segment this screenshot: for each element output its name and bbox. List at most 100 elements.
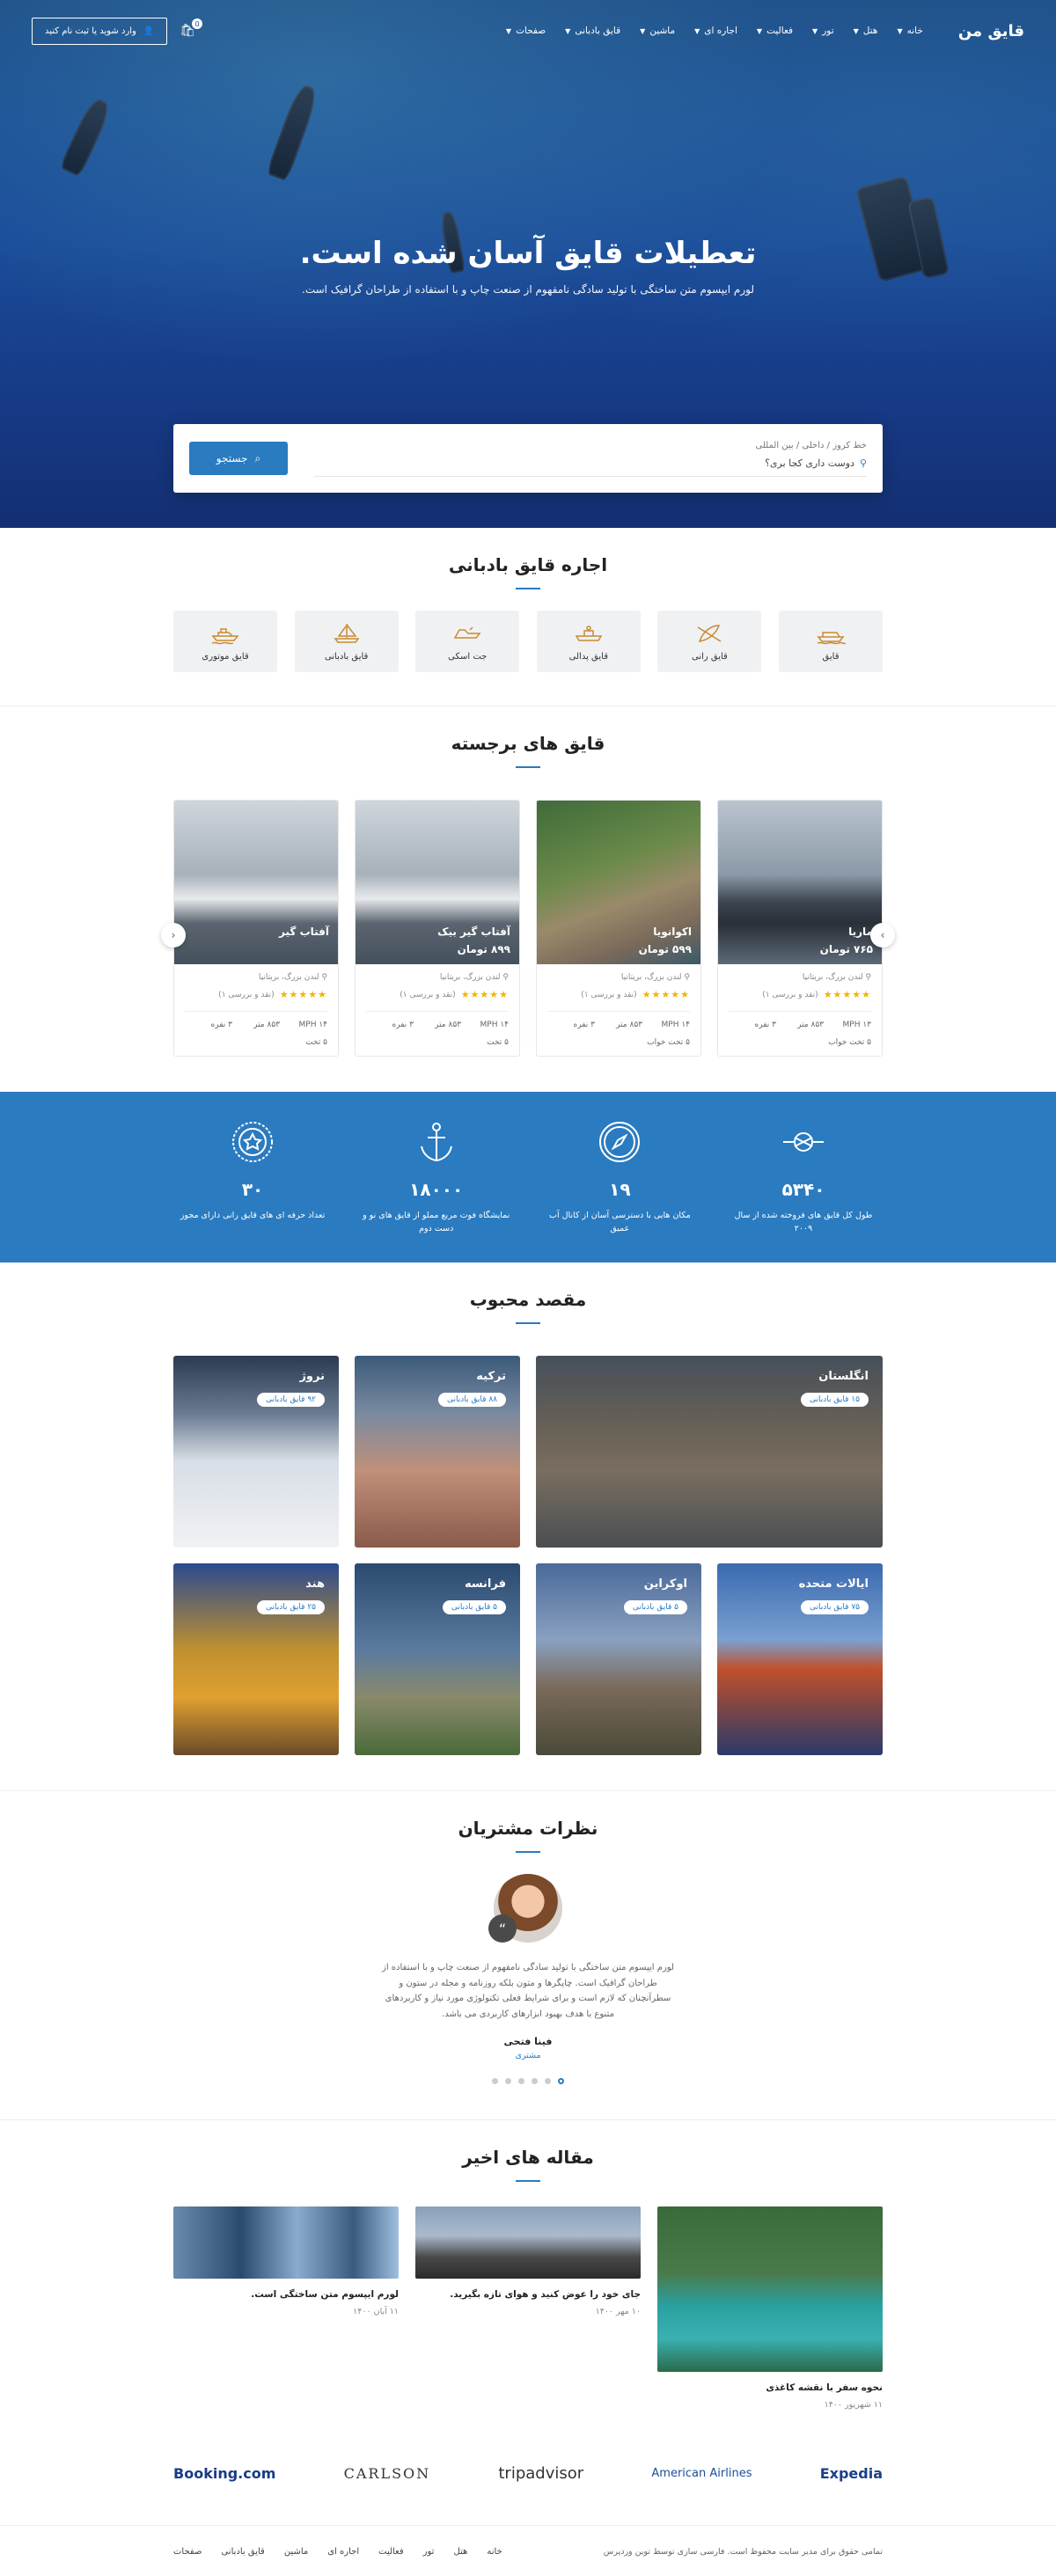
header-actions: 🛍 0 👤 وارد شوید یا ثبت نام کنید — [32, 17, 203, 45]
nav-item-activity[interactable]: فعالیت ▼ — [757, 26, 793, 36]
nav-item-home[interactable]: خانه ▼ — [897, 26, 922, 36]
category-label: قایق پدالی — [568, 651, 608, 662]
article-card[interactable]: جای خود را عوض کنید و هوای تازه بگیرید. … — [415, 2206, 641, 2410]
article-title: جای خود را عوض کنید و هوای تازه بگیرید. — [450, 2289, 641, 2300]
category-label: قایق بادبانی — [324, 651, 369, 662]
carousel-dot[interactable] — [532, 2078, 538, 2084]
destinations-section: مقصد محبوب انگلستان ۱۵ قایق بادبانی ترکی… — [0, 1262, 1056, 1790]
boat-location-text: لندن بزرگ، بریتانیا — [439, 973, 501, 982]
nav-item-hotel[interactable]: هتل ▼ — [854, 26, 878, 36]
brand-booking[interactable]: Booking.com — [173, 2465, 275, 2482]
destination-card[interactable]: ترکیه ۸۸ قایق بادبانی — [355, 1356, 520, 1548]
spec-people: ۳ نفره — [573, 1021, 595, 1029]
hero-title: تعطیلات قایق آسان شده است. — [299, 236, 757, 271]
category-boat[interactable]: قایق — [779, 611, 883, 672]
footer-link-car[interactable]: ماشین — [284, 2547, 308, 2557]
featured-section: قایق های برجسته ماریا ۷۶۵ تومان ⚲ لندن ب… — [0, 706, 1056, 1057]
site-logo[interactable]: قایق من — [958, 22, 1024, 40]
destination-grid: انگلستان ۱۵ قایق بادبانی ترکیه ۸۸ قایق ب… — [173, 1356, 883, 1755]
star-rating-icon: ★★★★★ — [642, 989, 690, 1000]
chevron-down-icon: ▼ — [756, 26, 763, 35]
brand-american-airlines[interactable]: American Airlines — [651, 2467, 752, 2480]
brand-expedia[interactable]: Expedia — [820, 2465, 883, 2482]
destination-card[interactable]: نروژ ۹۲ قایق بادبانی — [173, 1356, 339, 1548]
boat-price: ۷۶۵ تومان — [819, 943, 873, 955]
boat-location-text: لندن بزرگ، بریتانیا — [620, 973, 682, 982]
cart-icon[interactable]: 🛍 0 — [180, 18, 203, 38]
carousel-dot[interactable] — [518, 2078, 524, 2084]
footer-link-sailboat[interactable]: قایق بادبانی — [221, 2547, 264, 2557]
boat-card[interactable]: ماریا ۷۶۵ تومان ⚲ لندن بزرگ، بریتانیا ★★… — [717, 800, 883, 1057]
boat-price: ۸۹۹ تومان — [457, 943, 510, 955]
star-rating-icon: ★★★★★ — [823, 989, 871, 1000]
carousel-dot[interactable] — [545, 2078, 551, 2084]
carousel-dot[interactable] — [558, 2078, 564, 2084]
boat-card[interactable]: آفتاب گیر بیک ۸۹۹ تومان ⚲ لندن بزرگ، بری… — [355, 800, 520, 1057]
carousel-next-icon[interactable]: › — [870, 923, 895, 948]
spec-size: ۸۵۳ متر — [435, 1021, 461, 1029]
destination-count-badge: ۵ قایق بادبانی — [623, 1600, 687, 1614]
boat-rating: ★★★★★ (نقد و بررسی ۱) — [185, 989, 327, 1000]
destination-card[interactable]: اوکراین ۵ قایق بادبانی — [536, 1563, 701, 1755]
nav-item-car[interactable]: ماشین ▼ — [640, 26, 675, 36]
nav-item-rental[interactable]: اجاره ای ▼ — [694, 26, 737, 36]
footer-link-rental[interactable]: اجاره ای — [327, 2547, 359, 2557]
article-image — [657, 2206, 883, 2372]
sailboat-icon — [334, 623, 360, 643]
search-field: خط کروز / داخلی / بین المللی ⚲ دوست داری … — [288, 441, 867, 477]
footer-link-tour[interactable]: تور — [423, 2547, 435, 2557]
carousel-prev-icon[interactable]: ‹ — [161, 923, 186, 948]
destination-card[interactable]: فرانسه ۵ قایق بادبانی — [355, 1563, 520, 1755]
nav-label: خانه — [906, 26, 923, 36]
boat-location: ⚲ لندن بزرگ، بریتانیا — [547, 973, 690, 982]
nav-label: اجاره ای — [704, 26, 737, 36]
footer-link-hotel[interactable]: هتل — [453, 2547, 467, 2557]
chevron-down-icon: ▼ — [565, 26, 571, 35]
hero-text: تعطیلات قایق آسان شده است. لورم ایپسوم م… — [0, 236, 1056, 296]
destination-count-badge: ۹۲ قایق بادبانی — [257, 1393, 325, 1407]
spec-size: ۸۵۳ متر — [253, 1021, 280, 1029]
destination-card[interactable]: انگلستان ۱۵ قایق بادبانی — [536, 1356, 883, 1548]
destination-name: فرانسه — [464, 1577, 506, 1591]
jet-ski-icon — [453, 626, 481, 639]
nav-item-sailboat[interactable]: قایق بادبانی ▼ — [565, 26, 620, 36]
nav-item-tour[interactable]: تور ▼ — [812, 26, 834, 36]
destination-card[interactable]: هند ۲۵ قایق بادبانی — [173, 1563, 339, 1755]
boat-carousel: ماریا ۷۶۵ تومان ⚲ لندن بزرگ، بریتانیا ★★… — [161, 800, 895, 1057]
stat-number: ۳۰ — [241, 1179, 264, 1200]
carousel-dot[interactable] — [505, 2078, 511, 2084]
spec-speed: MPH ۱۴ — [480, 1021, 510, 1029]
stats-section: ۵۳۴۰ طول کل قایق های فروخته شده از سال ۲… — [0, 1092, 1056, 1262]
category-motorboat[interactable]: قایق موتوری — [173, 611, 278, 672]
chevron-down-icon: ▼ — [853, 26, 859, 35]
boat-card[interactable]: آفتاب گیر ⚲ لندن بزرگ، بریتانیا ★★★★★ (نق… — [173, 800, 339, 1057]
footer-link-activity[interactable]: فعالیت — [378, 2547, 404, 2557]
category-pedal-boat[interactable]: قایق پدالی — [536, 611, 641, 672]
knot-icon — [783, 1132, 824, 1152]
carousel-dot[interactable] — [492, 2078, 498, 2084]
article-card[interactable]: لورم ایپسوم متن ساختگی است. ۱۱ آبان ۱۴۰۰ — [173, 2206, 399, 2410]
boat-card[interactable]: اکوانویا ۵۹۹ تومان ⚲ لندن بزرگ، بریتانیا… — [536, 800, 701, 1057]
articles-section: مقاله های اخیر نحوه سفر با نقشه کاغذی ۱۱… — [0, 2119, 1056, 2525]
category-sailboat[interactable]: قایق بادبانی — [294, 611, 399, 672]
footer-link-pages[interactable]: صفحات — [173, 2547, 202, 2557]
site-footer: تمامی حقوق برای مدیر سایت محفوظ است. فار… — [0, 2525, 1056, 2576]
spec-people: ۳ نفره — [754, 1021, 776, 1029]
article-card[interactable]: نحوه سفر با نقشه کاغذی ۱۱ شهریور ۱۴۰۰ — [657, 2206, 883, 2410]
footer-link-home[interactable]: خانه — [487, 2547, 502, 2557]
login-button[interactable]: 👤 وارد شوید یا ثبت نام کنید — [32, 17, 168, 45]
article-image — [415, 2206, 641, 2279]
destination-card[interactable]: ایالات متحده ۷۵ قایق بادبانی — [717, 1563, 883, 1755]
destination-name: ایالات متحده — [798, 1577, 869, 1591]
boat-rating: ★★★★★ (نقد و بررسی ۱) — [366, 989, 509, 1000]
category-jet-ski[interactable]: جت اسکی — [415, 611, 520, 672]
spec-cabins: ۵ تخت — [305, 1038, 327, 1047]
brand-carlson[interactable]: CARLSON — [344, 2465, 431, 2482]
brand-tripadvisor[interactable]: tripadvisor — [498, 2464, 583, 2483]
search-input[interactable]: ⚲ دوست داری کجا بری؟ — [314, 457, 867, 477]
review-count: (نقد و بررسی ۱) — [218, 990, 275, 999]
nav-item-pages[interactable]: صفحات ▼ — [506, 26, 546, 36]
search-box: خط کروز / داخلی / بین المللی ⚲ دوست داری … — [173, 424, 883, 493]
category-kayak[interactable]: قایق رانی — [657, 611, 762, 672]
search-button[interactable]: ⌕ جستجو — [189, 442, 288, 475]
